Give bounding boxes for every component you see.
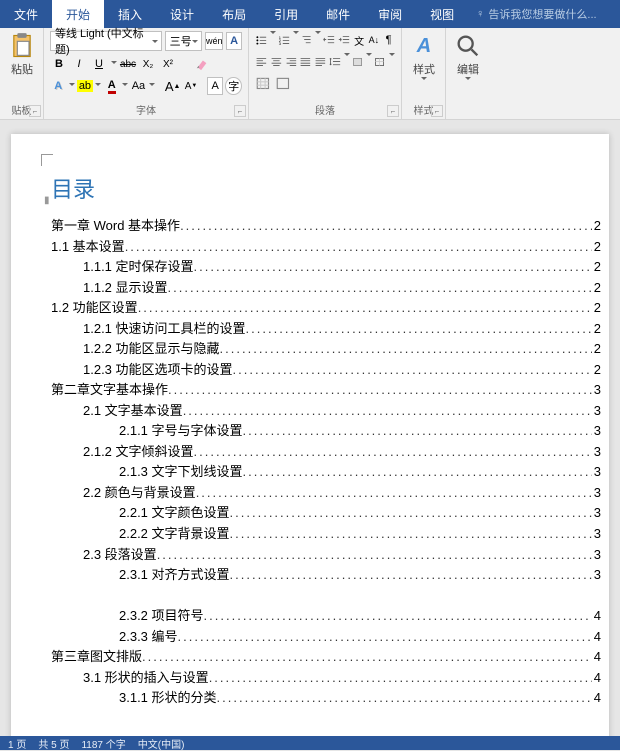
tab-mail[interactable]: 邮件 [312, 0, 364, 29]
status-page[interactable]: 1 页 [8, 736, 26, 751]
editing-button[interactable]: 编辑 [452, 31, 484, 85]
toc-entry[interactable]: 2.1.1 字号与字体设置...........................… [119, 421, 601, 442]
dialog-launcher-icon[interactable]: ⌐ [431, 105, 443, 117]
tab-references[interactable]: 引用 [260, 0, 312, 29]
snap-grid-button[interactable] [255, 75, 273, 93]
toc-entry[interactable]: 1.1.2 显示设置..............................… [83, 278, 601, 299]
tab-file[interactable]: 文件 [0, 0, 52, 29]
align-center-button[interactable] [270, 53, 283, 71]
toc-entry[interactable]: 3.1 形状的插入与设置............................… [83, 668, 601, 689]
change-case-button[interactable]: Aa [130, 77, 146, 95]
toc-title: 目录 [11, 172, 609, 212]
document-area[interactable]: ▮ 目录 第一章 Word 基本操作......................… [0, 120, 620, 736]
align-left-button[interactable] [255, 53, 268, 71]
bold-button[interactable]: B [50, 55, 68, 73]
align-justify-button[interactable] [299, 53, 312, 71]
grow-font-button[interactable]: A▲ [164, 77, 180, 95]
toc-entry[interactable]: 2.1.2 文字倾斜设置............................… [83, 442, 601, 463]
paste-button[interactable]: 粘贴 [6, 31, 38, 79]
toc-entry[interactable]: 第一章 Word 基本操作...........................… [51, 216, 601, 237]
toc-entry[interactable]: 2.3.1 对齐方式设置............................… [119, 565, 601, 586]
underline-button[interactable]: U [90, 55, 108, 73]
toc-entry[interactable]: 1.1 基本设置................................… [51, 237, 601, 258]
toc-entry[interactable] [83, 586, 601, 607]
toc-entry[interactable]: 2.1 文字基本设置..............................… [83, 401, 601, 422]
toc-entry[interactable]: 1.2.2 功能区显示与隐藏..........................… [83, 339, 601, 360]
strikethrough-button[interactable]: abc [119, 55, 137, 73]
styles-button[interactable]: A 样式 [408, 31, 440, 85]
toc-entry[interactable]: 2.1.3 文字下划线设置...........................… [119, 462, 601, 483]
ribbon-tabs: 文件 开始 插入 设计 布局 引用 邮件 审阅 视图 ♀告诉我您想要做什么... [0, 0, 620, 28]
align-right-button[interactable] [285, 53, 298, 71]
italic-button[interactable]: I [70, 55, 88, 73]
superscript-button[interactable]: X² [159, 55, 177, 73]
group-editing: 编辑 [446, 28, 490, 119]
dialog-launcher-icon[interactable]: ⌐ [234, 105, 246, 117]
group-paragraph: 123 文 A↓ ¶ 段落 [249, 28, 402, 119]
toc-entry[interactable]: 1.2.1 快速访问工具栏的设置........................… [83, 319, 601, 340]
tab-review[interactable]: 审阅 [364, 0, 416, 29]
bullets-button[interactable] [255, 31, 268, 49]
dialog-launcher-icon[interactable]: ⌐ [29, 105, 41, 117]
toc-entry[interactable]: 1.2 功能区设置...............................… [51, 298, 601, 319]
clear-format-button[interactable] [193, 55, 211, 73]
group-styles: A 样式 样式 ⌐ [402, 28, 446, 119]
font-size-dropdown[interactable]: 三号 [165, 31, 203, 51]
margin-corner-icon [41, 154, 53, 166]
toc-entry[interactable]: 第二章文字基本操作...............................… [51, 380, 601, 401]
toc-entry[interactable]: 第三章图文排版.................................… [51, 647, 601, 668]
font-color-button[interactable]: A [104, 77, 120, 95]
highlight-button[interactable]: ab [77, 77, 93, 95]
toc-entry[interactable]: 2.2.1 文字颜色设置............................… [119, 503, 601, 524]
ribbon: 粘贴 贴板 ⌐ 等线 Light (中文标题) 三号 wén A B I U a… [0, 28, 620, 120]
show-marks-button[interactable]: ¶ [382, 31, 395, 49]
char-border-button[interactable]: A [226, 32, 242, 50]
sort-button[interactable]: A↓ [368, 31, 381, 49]
tab-view[interactable]: 视图 [416, 0, 468, 29]
subscript-button[interactable]: X₂ [139, 55, 157, 73]
tab-layout[interactable]: 布局 [208, 0, 260, 29]
status-words[interactable]: 1187 个字 [81, 736, 125, 751]
toc-entry[interactable]: 3.1.1 形状的分类.............................… [119, 688, 601, 709]
font-name-dropdown[interactable]: 等线 Light (中文标题) [50, 31, 162, 51]
multilevel-button[interactable] [301, 31, 314, 49]
increase-indent-button[interactable] [338, 31, 351, 49]
svg-text:3: 3 [279, 41, 282, 46]
paste-icon [8, 33, 36, 59]
numbering-button[interactable]: 123 [278, 31, 291, 49]
align-distribute-button[interactable] [314, 53, 327, 71]
cursor-icon: ▮ [44, 195, 50, 206]
status-pages: 共 5 页 [38, 736, 69, 751]
group-font: 等线 Light (中文标题) 三号 wén A B I U abc X₂ X²… [44, 28, 249, 119]
toc-entry[interactable]: 1.2.3 功能区选项卡的设置.........................… [83, 360, 601, 381]
text-direction-button[interactable]: 文 [353, 31, 366, 49]
group-clipboard: 粘贴 贴板 ⌐ [0, 28, 44, 119]
text-effects-button[interactable]: A [50, 77, 66, 95]
decrease-indent-button[interactable] [323, 31, 336, 49]
shrink-font-button[interactable]: A▼ [183, 77, 199, 95]
tab-design[interactable]: 设计 [156, 0, 208, 29]
status-lang[interactable]: 中文(中国) [138, 736, 185, 751]
find-icon [454, 33, 482, 59]
char-shading-button[interactable]: A [207, 77, 224, 95]
tell-me[interactable]: ♀告诉我您想要做什么... [468, 6, 596, 22]
styles-icon: A [410, 33, 438, 59]
toc-entry[interactable]: 2.2.2 文字背景设置............................… [119, 524, 601, 545]
borders-button[interactable] [374, 53, 387, 71]
dialog-launcher-icon[interactable]: ⌐ [387, 105, 399, 117]
page: ▮ 目录 第一章 Word 基本操作......................… [11, 134, 609, 736]
toc-list: 第一章 Word 基本操作...........................… [11, 212, 609, 709]
line-spacing-button[interactable] [329, 53, 342, 71]
shading-button[interactable] [352, 53, 365, 71]
toc-entry[interactable]: 1.1.1 定时保存设置............................… [83, 257, 601, 278]
toc-entry[interactable]: 2.3 段落设置................................… [83, 545, 601, 566]
toc-entry[interactable]: 2.2 颜色与背景设置.............................… [83, 483, 601, 504]
toc-entry[interactable]: 2.3.2 项目符号..............................… [119, 606, 601, 627]
enclose-char-button[interactable]: 字 [225, 77, 242, 95]
toc-entry[interactable]: 2.3.3 编号................................… [119, 627, 601, 648]
status-bar: 1 页 共 5 页 1187 个字 中文(中国) [0, 736, 620, 750]
lightbulb-icon: ♀ [476, 8, 484, 20]
phonetic-guide-button[interactable]: wén [205, 32, 223, 50]
para-btn2[interactable] [275, 75, 293, 93]
